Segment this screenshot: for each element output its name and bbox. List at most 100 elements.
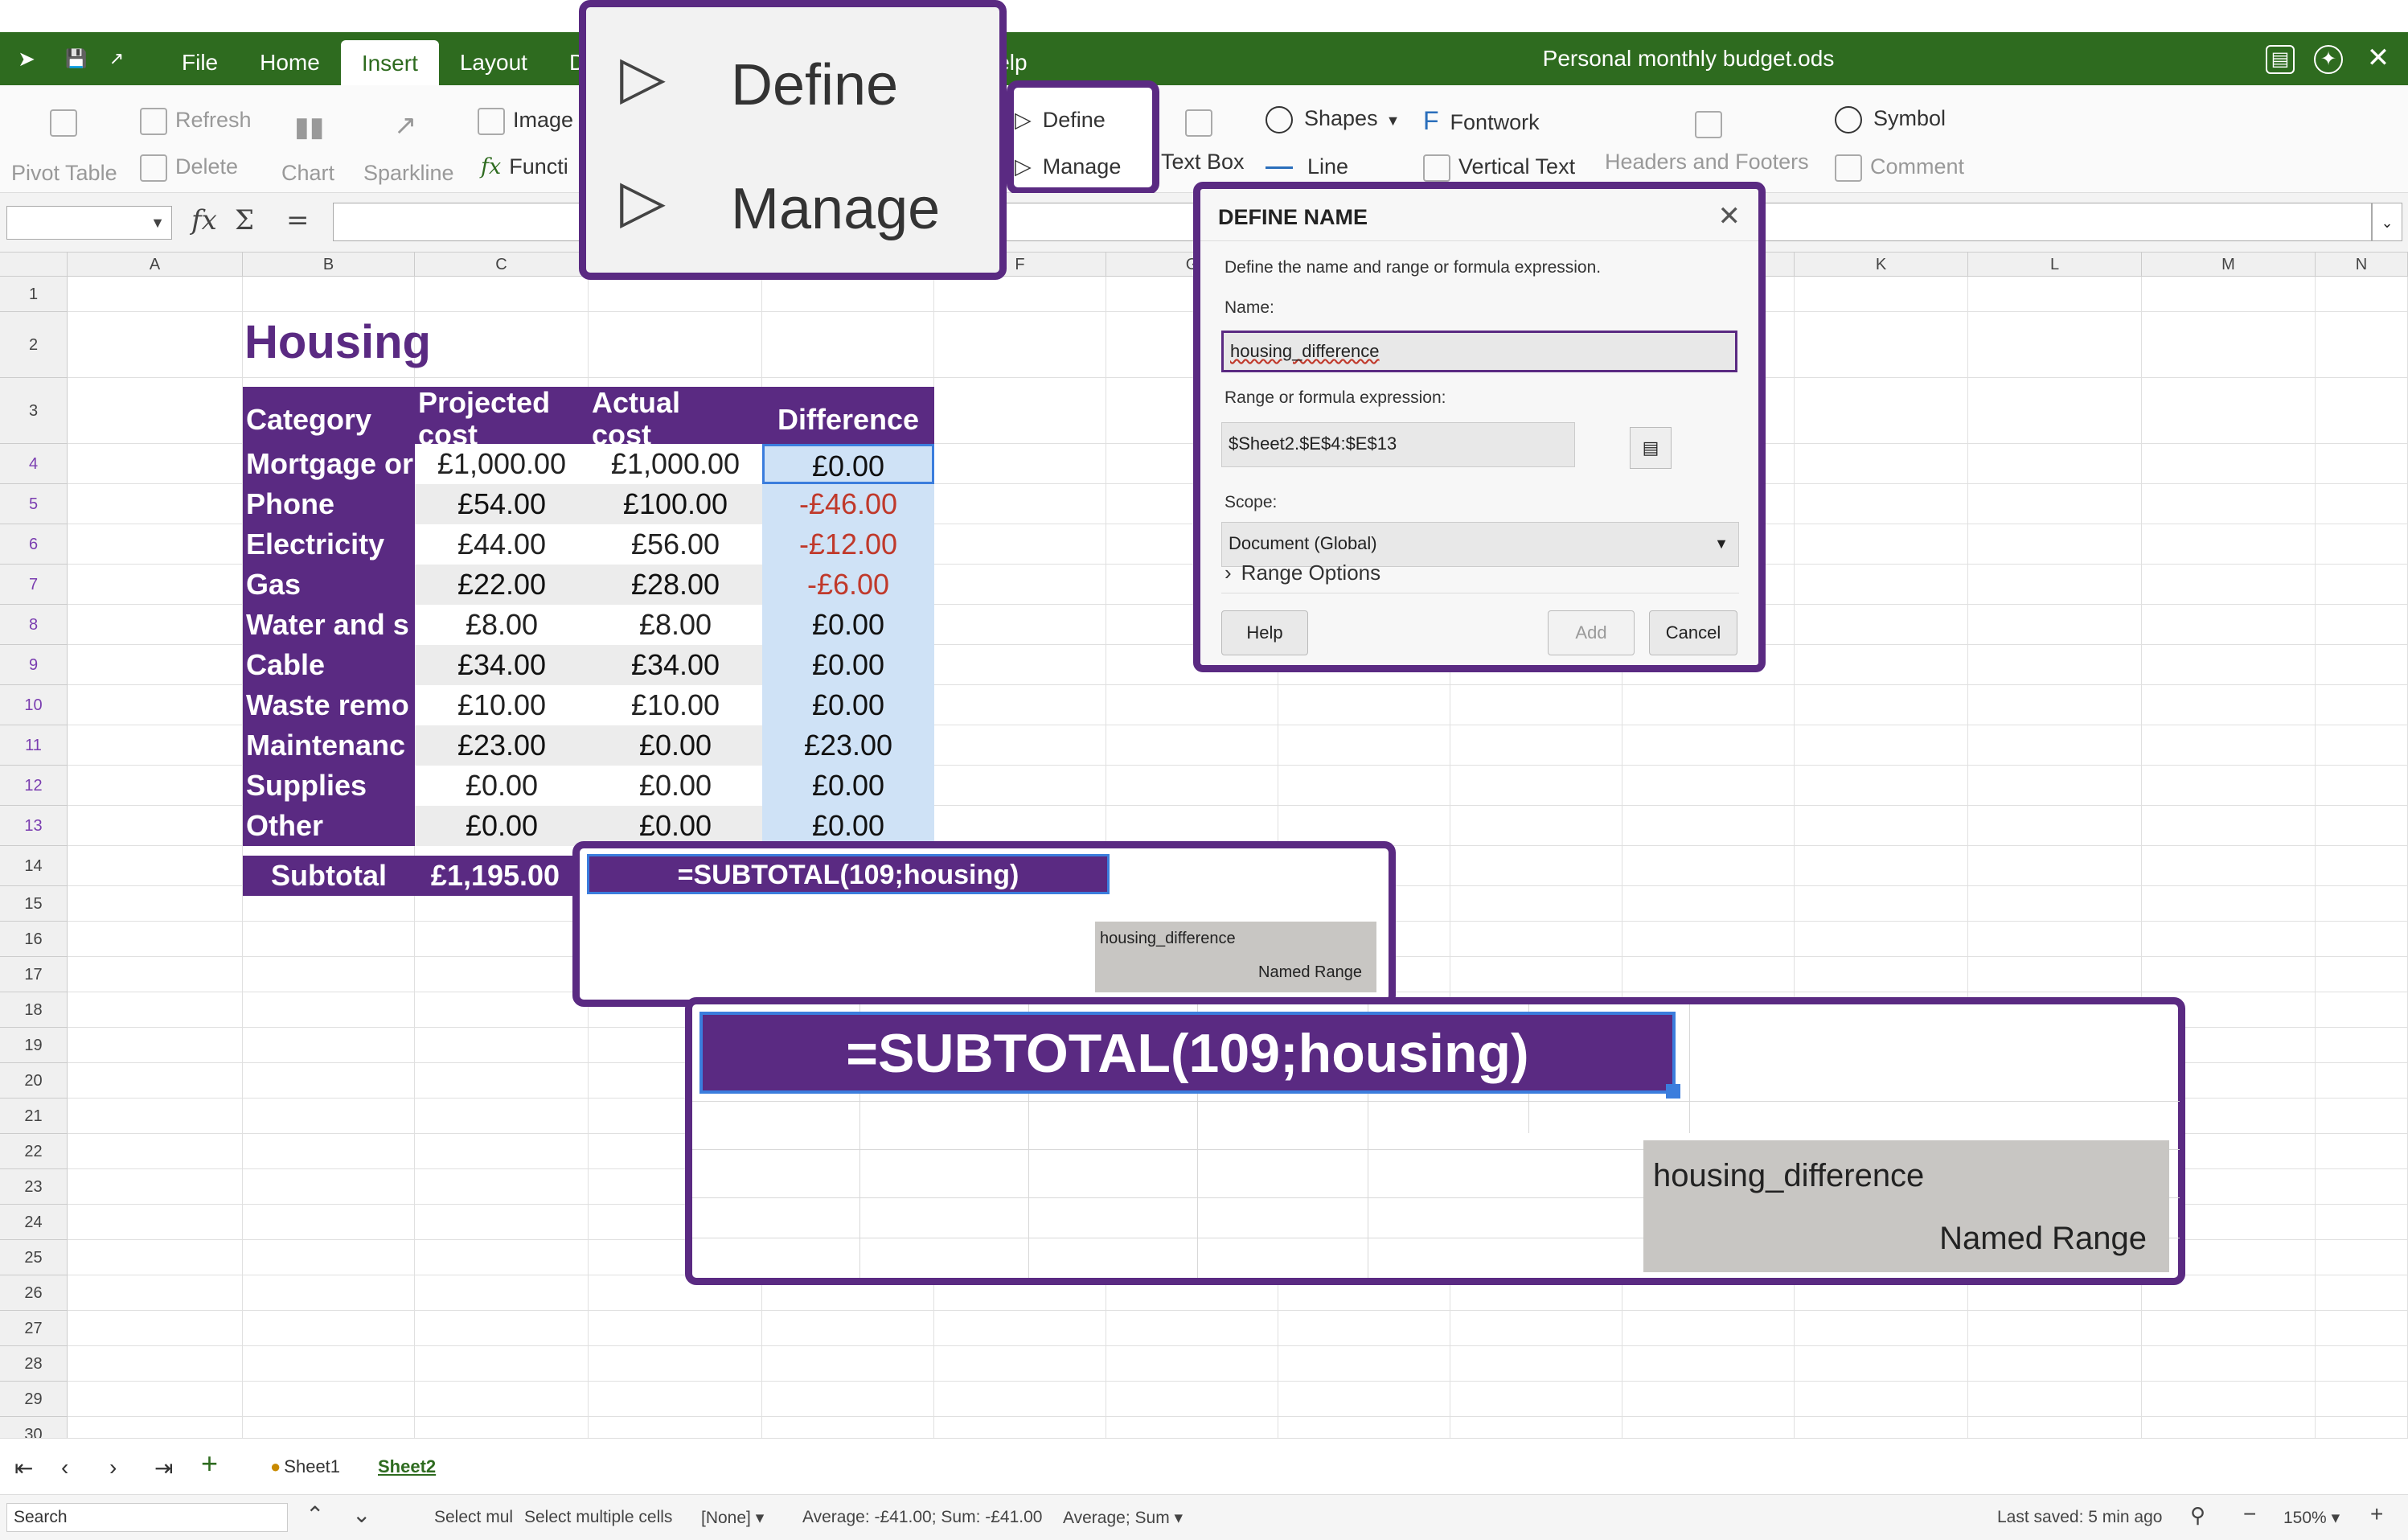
- difference-cell[interactable]: -£46.00: [762, 484, 934, 524]
- fontwork-button[interactable]: F Fontwork: [1423, 106, 1540, 136]
- search-up-icon[interactable]: ⌃: [306, 1501, 324, 1528]
- header-actual[interactable]: Actual cost: [589, 387, 762, 453]
- difference-cell[interactable]: £0.00: [762, 645, 934, 685]
- row-header[interactable]: 29: [0, 1382, 68, 1417]
- subtotal-projected[interactable]: £1,195.00: [415, 856, 576, 896]
- row-header[interactable]: 28: [0, 1346, 68, 1382]
- app-logo-icon[interactable]: ➤: [13, 45, 40, 72]
- column-header[interactable]: M: [2142, 253, 2316, 277]
- column-header[interactable]: K: [1795, 253, 1968, 277]
- column-header[interactable]: L: [1968, 253, 2142, 277]
- column-header[interactable]: C: [415, 253, 589, 277]
- name-box[interactable]: ▼: [6, 206, 172, 240]
- actual-cell[interactable]: £28.00: [589, 565, 762, 605]
- autocomplete-tooltip-large[interactable]: housing_difference Named Range: [1643, 1140, 2169, 1272]
- difference-cell[interactable]: £0.00: [762, 444, 934, 484]
- zoom-out-icon[interactable]: −: [2243, 1501, 2256, 1527]
- row-header[interactable]: 6: [0, 524, 68, 565]
- row-header[interactable]: 14: [0, 846, 68, 886]
- row-header[interactable]: 20: [0, 1063, 68, 1099]
- projected-cell[interactable]: £54.00: [415, 484, 589, 524]
- category-cell[interactable]: Phone: [243, 484, 415, 524]
- row-header[interactable]: 26: [0, 1275, 68, 1311]
- row-header[interactable]: 18: [0, 992, 68, 1028]
- shapes-button[interactable]: Shapes ▼: [1266, 106, 1400, 133]
- zoom-in-icon[interactable]: +: [2370, 1501, 2383, 1527]
- category-cell[interactable]: Gas: [243, 565, 415, 605]
- difference-cell[interactable]: -£12.00: [762, 524, 934, 565]
- row-header[interactable]: 11: [0, 725, 68, 766]
- zoom-define-label[interactable]: Define: [731, 52, 898, 118]
- sheet-title[interactable]: Housing: [244, 315, 431, 369]
- row-header[interactable]: 9: [0, 645, 68, 685]
- next-sheet-icon[interactable]: ›: [109, 1455, 117, 1480]
- first-sheet-icon[interactable]: ⇤: [14, 1455, 33, 1481]
- row-header[interactable]: 2: [0, 312, 68, 378]
- category-cell[interactable]: Supplies: [243, 766, 415, 806]
- row-header[interactable]: 3: [0, 378, 68, 444]
- equals-icon[interactable]: =: [286, 204, 310, 236]
- function-wizard-icon[interactable]: fx: [191, 204, 217, 236]
- chevron-down-icon[interactable]: ▼: [150, 215, 165, 232]
- category-cell[interactable]: Other: [243, 806, 415, 846]
- fill-handle[interactable]: [1666, 1084, 1680, 1099]
- refresh-button[interactable]: Refresh: [140, 108, 252, 135]
- row-header[interactable]: 5: [0, 484, 68, 524]
- actual-cell[interactable]: £0.00: [589, 725, 762, 766]
- function-button[interactable]: fx Functi: [481, 154, 568, 179]
- tab-home[interactable]: Home: [239, 32, 341, 85]
- text-box-button[interactable]: Text Box: [1161, 150, 1245, 175]
- add-button[interactable]: Add: [1548, 610, 1635, 655]
- difference-cell[interactable]: £0.00: [762, 766, 934, 806]
- close-icon[interactable]: ✕: [1718, 200, 1741, 232]
- sheet-tab-2[interactable]: Sheet2: [378, 1456, 436, 1477]
- difference-cell[interactable]: -£6.00: [762, 565, 934, 605]
- actual-cell[interactable]: £0.00: [589, 766, 762, 806]
- row-header[interactable]: 12: [0, 766, 68, 806]
- actual-cell[interactable]: £34.00: [589, 645, 762, 685]
- column-header[interactable]: A: [68, 253, 243, 277]
- column-header[interactable]: N: [2316, 253, 2408, 277]
- row-header[interactable]: 1: [0, 277, 68, 312]
- row-header[interactable]: 24: [0, 1205, 68, 1240]
- row-header[interactable]: 8: [0, 605, 68, 645]
- projected-cell[interactable]: £34.00: [415, 645, 589, 685]
- projected-cell[interactable]: £10.00: [415, 685, 589, 725]
- projected-cell[interactable]: £23.00: [415, 725, 589, 766]
- projected-cell[interactable]: £44.00: [415, 524, 589, 565]
- projected-cell[interactable]: £0.00: [415, 766, 589, 806]
- range-options-expander[interactable]: › Range Options: [1225, 561, 1380, 585]
- difference-cell[interactable]: £0.00: [762, 685, 934, 725]
- select-all-corner[interactable]: [0, 253, 68, 277]
- formula-cell-large[interactable]: =SUBTOTAL(109;housing): [699, 1012, 1676, 1094]
- calc-mode[interactable]: Average; Sum ▾: [1063, 1508, 1183, 1528]
- row-header[interactable]: 19: [0, 1028, 68, 1063]
- projected-cell[interactable]: £8.00: [415, 605, 589, 645]
- difference-cell[interactable]: £0.00: [762, 605, 934, 645]
- difference-cell[interactable]: £23.00: [762, 725, 934, 766]
- actual-cell[interactable]: £10.00: [589, 685, 762, 725]
- sum-icon[interactable]: Σ: [235, 204, 254, 236]
- category-cell[interactable]: Maintenanc: [243, 725, 415, 766]
- row-header[interactable]: 16: [0, 922, 68, 957]
- vertical-text-button[interactable]: Vertical Text: [1423, 154, 1575, 182]
- search-down-icon[interactable]: ⌄: [352, 1501, 371, 1528]
- category-cell[interactable]: Electricity: [243, 524, 415, 565]
- chevron-down-icon[interactable]: ▼: [1386, 113, 1401, 129]
- close-icon[interactable]: ✕: [2364, 44, 2393, 74]
- tab-file[interactable]: File: [161, 32, 239, 85]
- projected-cell[interactable]: £0.00: [415, 806, 589, 846]
- save-icon[interactable]: 💾: [63, 45, 90, 72]
- image-button[interactable]: Image: [478, 108, 573, 135]
- delete-button[interactable]: Delete: [140, 154, 238, 182]
- pivot-table-button[interactable]: Pivot Table: [11, 161, 117, 186]
- actual-cell[interactable]: £0.00: [589, 806, 762, 846]
- zoom-level[interactable]: 150% ▾: [2283, 1508, 2340, 1528]
- row-header[interactable]: 15: [0, 886, 68, 922]
- zoom-manage-label[interactable]: Manage: [731, 176, 940, 242]
- formula-cell-small[interactable]: =SUBTOTAL(109;housing): [587, 854, 1110, 894]
- headers-footers-button[interactable]: Headers and Footers: [1605, 150, 1809, 175]
- chevron-down-icon[interactable]: ▼: [1714, 523, 1729, 565]
- category-cell[interactable]: Water and s: [243, 605, 415, 645]
- sheet-tab-1[interactable]: ● Sheet1: [270, 1456, 340, 1477]
